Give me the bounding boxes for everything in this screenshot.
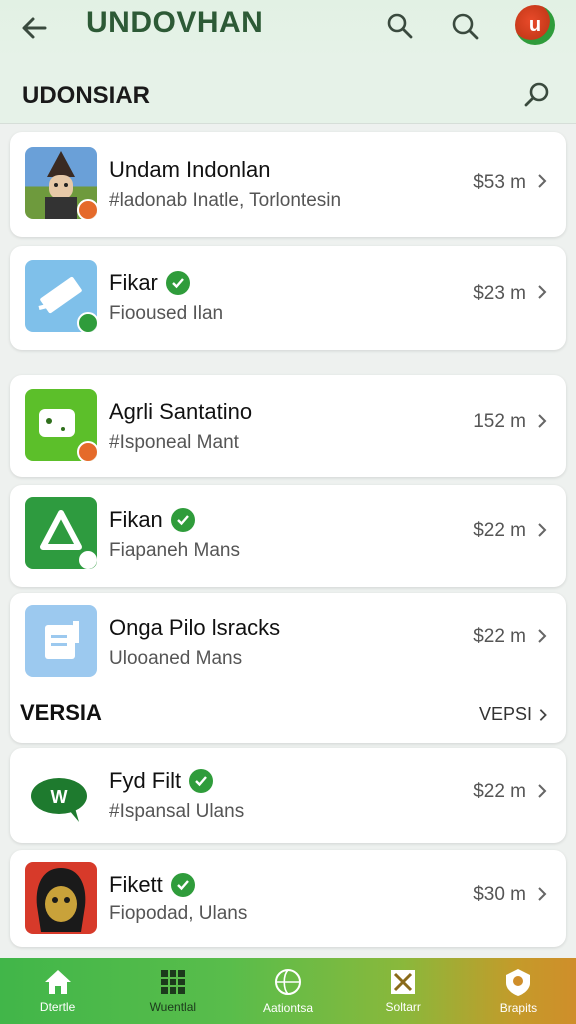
item-title: Onga Pilo lsracks <box>109 615 280 641</box>
app-title: UNDOVHAN <box>86 6 264 39</box>
verified-check-icon <box>170 508 195 532</box>
item-subtitle: Fiopodad, Ulans <box>109 903 248 924</box>
home-icon <box>44 970 71 994</box>
chevron-right-icon <box>538 629 547 643</box>
search-secondary-button[interactable] <box>447 8 483 44</box>
item-title-text: Fikett <box>109 872 163 897</box>
chat-box-icon <box>25 389 97 461</box>
item-subtitle: Fiooused Ilan <box>109 303 224 324</box>
avatar[interactable]: u <box>515 5 555 45</box>
item-price: $23 m <box>473 283 526 304</box>
item-title: Fikan <box>109 507 195 533</box>
status-badge <box>77 441 97 461</box>
item-subtitle: #Ispansal Ulans <box>109 801 245 822</box>
nav-item-tools[interactable]: Soltarr <box>346 958 461 1024</box>
section-header: UDONSIAR <box>0 62 576 124</box>
item-title: Fyd Filt <box>109 768 214 794</box>
item-subtitle: Fiapaneh Mans <box>109 540 240 561</box>
avatar-initial: u <box>528 13 542 36</box>
chevron-right-icon <box>539 708 547 721</box>
search-icon <box>524 82 549 107</box>
top-app-bar: UNDOVHAN u <box>0 0 576 62</box>
nav-item-grid[interactable]: Wuentlal <box>115 958 230 1024</box>
item-price: $22 m <box>473 781 526 802</box>
section-heading: VERSIA <box>20 700 102 725</box>
chevron-right-icon <box>538 887 547 901</box>
verified-check-icon <box>170 873 195 897</box>
triangle-recycle-icon <box>25 497 97 569</box>
item-subtitle: #ladonab Inatle, Torlontesin <box>109 190 342 211</box>
item-price: $53 m <box>473 172 526 193</box>
item-title-text: Agrli Santatino <box>109 399 253 424</box>
globe-icon <box>275 969 301 995</box>
chevron-right-icon <box>538 523 547 537</box>
whatsapp-bubble-icon: W <box>25 760 97 832</box>
item-title-text: Fyd Filt <box>109 768 182 793</box>
item-title: Fikett <box>109 872 195 898</box>
search-button[interactable] <box>382 8 418 44</box>
status-badge <box>77 312 97 332</box>
grid-icon <box>160 970 185 994</box>
nav-item-shield[interactable]: Brapits <box>461 958 576 1024</box>
search-icon <box>387 13 413 39</box>
back-button[interactable] <box>16 10 52 46</box>
list-item[interactable]: Fikett Fiopodad, Ulans $30 m <box>10 850 566 947</box>
item-price: $30 m <box>473 884 526 905</box>
arrow-left-icon <box>22 17 47 39</box>
svg-text:W: W <box>51 787 68 807</box>
nav-label: Soltarr <box>385 1000 421 1014</box>
item-subtitle: Ulooaned Mans <box>109 648 243 669</box>
status-badge <box>77 549 97 569</box>
status-badge <box>77 199 97 219</box>
item-title: Fikar <box>109 270 190 296</box>
tools-icon <box>391 970 416 994</box>
nav-item-globe[interactable]: Aationtsa <box>230 958 345 1024</box>
list-item[interactable]: Fikan Fiapaneh Mans $22 m <box>10 485 566 587</box>
verified-check-icon <box>189 769 214 793</box>
list-item[interactable]: W Fyd Filt #Ispansal Ulans $22 m <box>10 748 566 843</box>
item-title-text: Onga Pilo lsracks <box>109 615 281 640</box>
chevron-right-icon <box>538 784 547 798</box>
ticket-icon <box>25 260 97 332</box>
item-title-text: Fikan <box>109 507 163 532</box>
masked-figure-icon <box>25 862 97 934</box>
shield-icon <box>506 969 531 996</box>
section-title: UDONSIAR <box>22 82 151 109</box>
list-item[interactable]: Fikar Fiooused Ilan $23 m <box>10 246 566 350</box>
see-all-label: VEPSI <box>478 704 532 724</box>
bottom-navigation: Dtertle Wuentlal Aationtsa Soltarr Brapi… <box>0 958 576 1024</box>
item-title: Undam Indonlan <box>109 157 270 183</box>
nav-label: Aationtsa <box>262 1001 314 1015</box>
nav-label: Dtertle <box>39 1000 76 1014</box>
chevron-right-icon <box>538 414 547 428</box>
filter-search-button[interactable] <box>520 78 554 112</box>
list-item[interactable]: Undam Indonlan #ladonab Inatle, Torlonte… <box>10 132 566 237</box>
list-item[interactable]: Agrli Santatino #Isponeal Mant 152 m <box>10 375 566 477</box>
nav-label: Brapits <box>499 1001 538 1015</box>
item-title-text: Undam Indonlan <box>109 157 271 182</box>
item-subtitle: #Isponeal Mant <box>109 432 239 453</box>
item-price: $22 m <box>473 626 526 647</box>
item-title: Agrli Santatino <box>109 399 252 425</box>
nav-item-home[interactable]: Dtertle <box>0 958 115 1024</box>
chevron-right-icon <box>538 285 547 299</box>
verified-check-icon <box>165 271 190 295</box>
nav-label: Wuentlal <box>149 1000 197 1014</box>
search-icon <box>452 13 479 40</box>
document-icon <box>25 605 97 677</box>
item-price: 152 m <box>473 411 526 432</box>
chevron-right-icon <box>538 174 547 188</box>
item-price: $22 m <box>473 520 526 541</box>
see-all-link[interactable]: VEPSI <box>479 704 550 725</box>
item-title-text: Fikar <box>109 270 158 295</box>
temple-figure-icon <box>25 147 97 219</box>
